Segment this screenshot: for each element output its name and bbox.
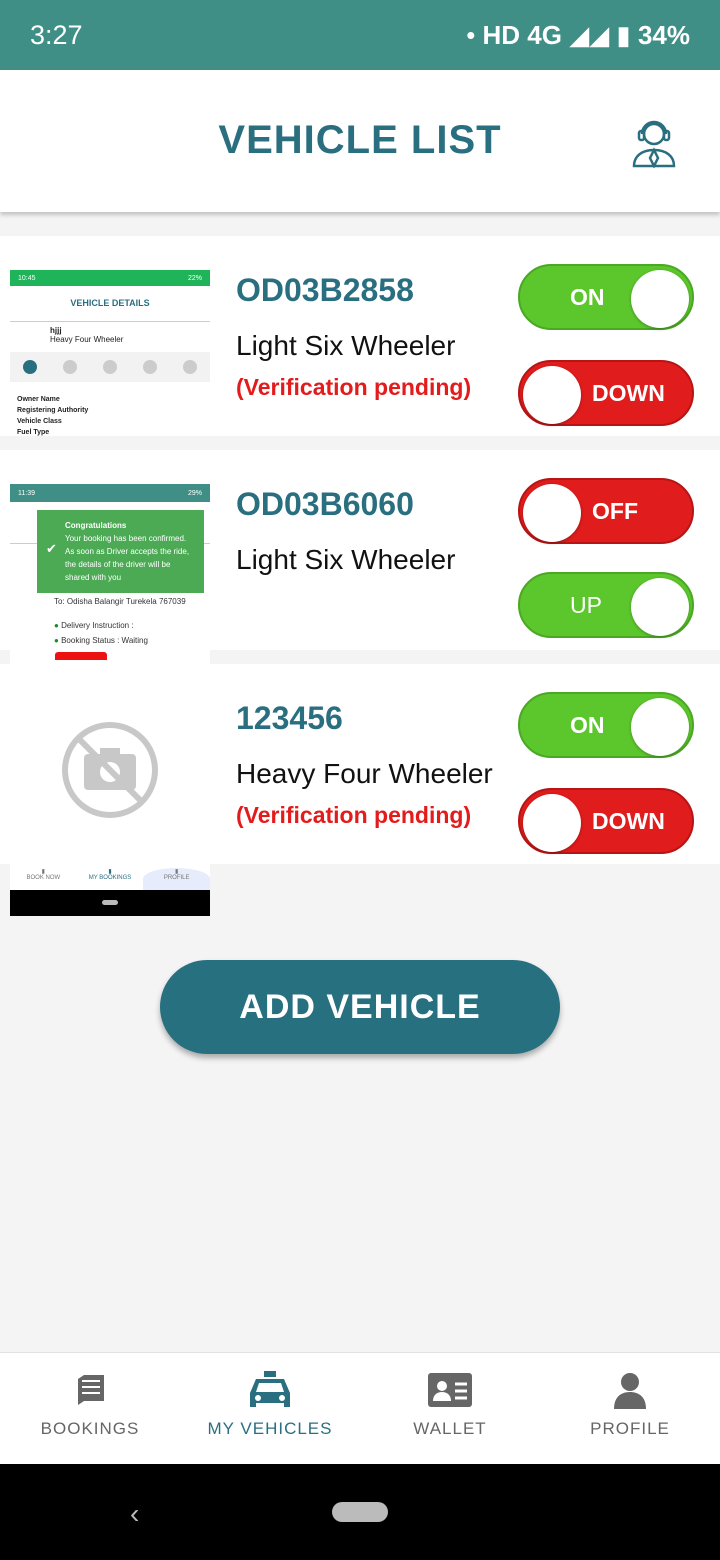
thumb-nav-item: PROFILE bbox=[163, 875, 190, 881]
thumb-time: 10:45 bbox=[18, 274, 36, 282]
thumb-type: Heavy Four Wheeler bbox=[50, 335, 124, 344]
verification-status: (Verification pending) bbox=[236, 374, 472, 400]
toast-title: Congratulations bbox=[65, 521, 127, 530]
thumb-field: Owner Name bbox=[17, 396, 60, 403]
thumb-field: Fuel Type bbox=[17, 429, 50, 436]
thumb-stepper bbox=[10, 352, 210, 382]
thumb-battery: 29% bbox=[187, 489, 202, 497]
thumb-booking-status: Booking Status : Waiting bbox=[61, 636, 148, 645]
thumb-nav-item: BOOK NOW bbox=[26, 875, 61, 881]
vehicle-type: Heavy Four Wheeler bbox=[236, 758, 493, 789]
direction-toggle[interactable]: UP bbox=[518, 572, 694, 638]
vehicle-card[interactable]: 123456 Heavy Four Wheeler (Verification … bbox=[0, 664, 720, 864]
page-title: VEHICLE LIST bbox=[218, 118, 502, 162]
book-icon bbox=[78, 1375, 104, 1405]
nav-bookings[interactable]: BOOKINGS bbox=[0, 1353, 180, 1464]
vehicle-plate: OD03B2858 bbox=[236, 272, 414, 308]
vehicle-type: Light Six Wheeler bbox=[236, 330, 456, 361]
status-time: 3:27 bbox=[30, 19, 83, 50]
nav-label: MY VEHICLES bbox=[207, 1419, 333, 1438]
vehicle-thumbnail: 10:45 22% VEHICLE DETAILS hjjj Heavy Four … bbox=[10, 270, 210, 436]
vehicle-type: Light Six Wheeler bbox=[236, 544, 456, 575]
status-bar: 3:27 • HD 4G ◢◢ ▮ 34% bbox=[0, 0, 720, 70]
direction-toggle[interactable]: DOWN bbox=[518, 360, 694, 426]
vehicle-card[interactable]: 11:39 29% To: Odisha Balangir Turekela 76… bbox=[0, 450, 720, 664]
toggle-label: UP bbox=[570, 591, 602, 618]
thumb-delivery: Delivery Instruction : bbox=[61, 621, 134, 630]
back-icon[interactable]: ‹ bbox=[130, 1498, 139, 1530]
add-vehicle-button[interactable]: ADD VEHICLE bbox=[160, 960, 560, 1054]
verification-status: (Verification pending) bbox=[236, 802, 472, 828]
direction-toggle[interactable]: DOWN bbox=[518, 788, 694, 854]
status-toggle[interactable]: OFF bbox=[518, 478, 694, 544]
vehicle-plate: 123456 bbox=[236, 700, 343, 736]
status-icons: • HD 4G ◢◢ ▮ 34% bbox=[466, 19, 690, 50]
system-nav-bar: ‹ bbox=[0, 1464, 720, 1560]
thumb-time: 11:39 bbox=[18, 489, 35, 497]
status-toggle[interactable]: ON bbox=[518, 264, 694, 330]
thumb-address: To: Odisha Balangir Turekela 767039 bbox=[54, 597, 186, 606]
battery-level: 34% bbox=[637, 19, 690, 50]
nav-label: BOOKINGS bbox=[40, 1419, 140, 1438]
thumb-nav-item: MY BOOKINGS bbox=[88, 875, 132, 881]
id-card-icon bbox=[428, 1373, 472, 1407]
nav-label: PROFILE bbox=[590, 1419, 670, 1438]
vehicle-plate: OD03B6060 bbox=[236, 486, 414, 522]
toggle-label: DOWN bbox=[592, 379, 665, 406]
bottom-nav: BOOKINGS MY VEHICLES WALLET PROFILE bbox=[0, 1352, 720, 1464]
no-camera-icon bbox=[62, 722, 158, 818]
network-indicator: HD 4G bbox=[482, 19, 562, 50]
thumb-battery: 22% bbox=[187, 274, 202, 282]
nav-profile[interactable]: PROFILE bbox=[540, 1353, 720, 1464]
home-button[interactable] bbox=[332, 1502, 388, 1522]
person-icon bbox=[614, 1373, 646, 1409]
thumb-field: Registering Authority bbox=[17, 407, 89, 414]
nav-my-vehicles[interactable]: MY VEHICLES bbox=[180, 1353, 360, 1464]
toggle-label: DOWN bbox=[592, 807, 665, 834]
thumb-title: VEHICLE DETAILS bbox=[10, 286, 210, 322]
toggle-label: ON bbox=[570, 711, 605, 738]
thumb-toast: ✔ Congratulations Your booking has been c… bbox=[37, 510, 204, 593]
thumb-field: Vehicle Class bbox=[17, 418, 62, 425]
app-header: VEHICLE LIST bbox=[0, 70, 720, 212]
customer-support-icon[interactable] bbox=[630, 116, 678, 168]
nav-label: WALLET bbox=[413, 1419, 487, 1438]
toast-body: Your booking has been confirmed. As soon… bbox=[65, 534, 190, 582]
thumbnail-overflow: ▮ BOOK NOW ▮ MY BOOKINGS ▮ PROFILE bbox=[10, 864, 211, 916]
vehicle-card[interactable]: 10:45 22% VEHICLE DETAILS hjjj Heavy Four … bbox=[0, 236, 720, 436]
thumb-name: hjjj bbox=[50, 326, 62, 335]
toggle-label: ON bbox=[570, 283, 605, 310]
status-toggle[interactable]: ON bbox=[518, 692, 694, 758]
toggle-label: OFF bbox=[592, 497, 638, 524]
nav-wallet[interactable]: WALLET bbox=[360, 1353, 540, 1464]
vehicle-thumbnail: 11:39 29% To: Odisha Balangir Turekela 76… bbox=[10, 484, 210, 664]
taxi-icon bbox=[250, 1371, 290, 1407]
